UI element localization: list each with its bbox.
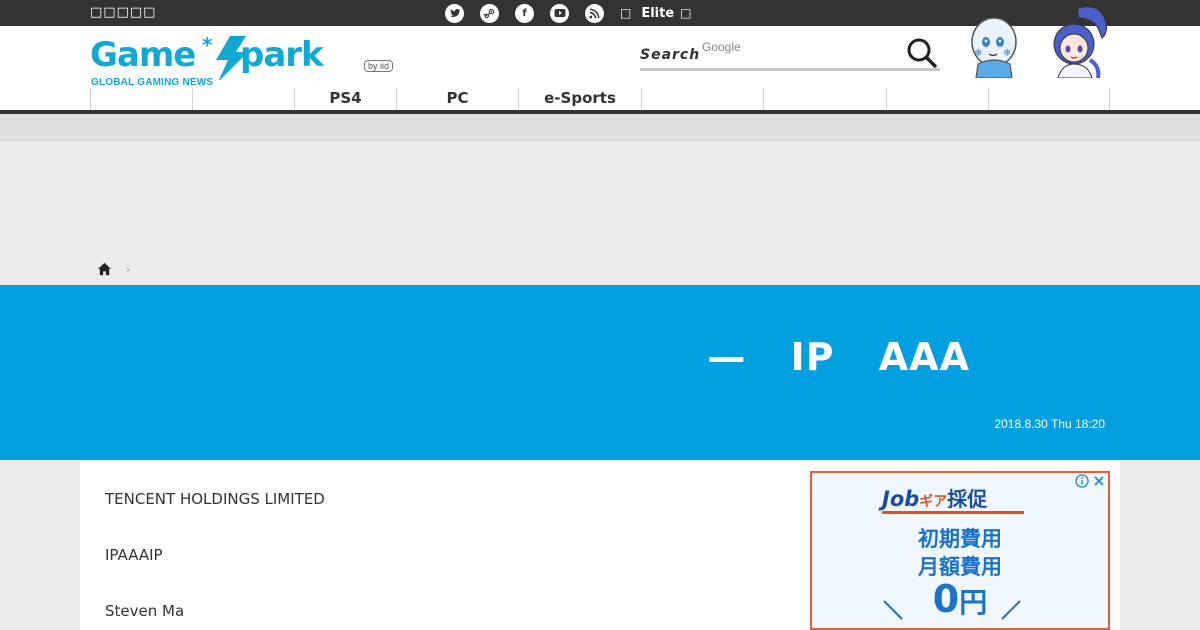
ad-line-initial-cost: 初期費用 [918,527,1002,551]
youtube-icon[interactable] [550,3,569,23]
info-icon[interactable] [1075,474,1089,488]
ad-brand-kana: ギア [919,494,948,510]
topbar-site-label[interactable]: □□□□□ [90,5,156,20]
article-paragraph: Steven Ma [105,602,185,620]
nav-item-pc[interactable]: PC [396,88,518,110]
social-links: f □ Elite □ [445,3,702,23]
ad-zero-value: 0 [932,577,960,621]
breadcrumb: › [97,261,130,277]
sub-header-band [0,114,1200,141]
ad-yen: 円 [959,586,988,619]
close-icon[interactable] [1092,474,1106,488]
mascot-girl-icon [1053,6,1107,78]
ad-zero-price: 0円 [812,577,1108,621]
twitter-icon[interactable] [445,3,464,23]
nav-item-9[interactable] [988,88,1110,110]
search-box[interactable]: Search Google [640,38,940,71]
sidebar-ad[interactable]: Jobギア採促 初期費用 月額費用 0円 [810,471,1110,630]
article-paragraph: IPAAAIP [105,546,163,564]
ad-choices[interactable] [1075,474,1106,488]
search-icon[interactable] [906,37,938,69]
nav-item-esports[interactable]: e-Sports [518,88,641,110]
svg-text:park: park [240,35,325,75]
mascot-snow-icon: ❄ ❄ [971,17,1017,78]
ad-brand-tail: 採促 [947,487,988,511]
svg-text:❄: ❄ [1003,48,1011,59]
elite-suffix-icon: □ [680,6,692,20]
search-input[interactable]: Google [702,40,741,54]
facebook-icon[interactable]: f [515,3,534,23]
breadcrumb-separator: › [126,262,131,276]
logo-badge: by iid [364,60,394,72]
nav-item-6[interactable] [641,88,763,110]
nav-item-2[interactable] [192,88,294,110]
svg-text:*: * [202,34,213,57]
article-paragraph: TENCENT HOLDINGS LIMITED [105,490,325,508]
elite-prefix-icon: □ [620,6,632,20]
top-bar: □□□□□ f □ Elite □ [0,0,1200,26]
ad-brand: Jobギア採促 [882,483,987,512]
nav-item-1[interactable] [90,88,192,110]
elite-link[interactable]: Elite [641,6,674,21]
article-date: 2018.8.30 Thu 18:20 [994,417,1105,431]
article-header: — IP AAA 2018.8.30 Thu 18:20 [0,285,1200,460]
nav-item-8[interactable] [886,88,988,110]
nav-item-ps4[interactable]: PS4 [294,88,396,110]
svg-text:Game: Game [90,35,195,75]
ad-brand-name: Job [882,487,920,511]
steam-icon[interactable] [480,3,499,23]
search-label: Search [640,47,701,63]
site-header: Game park * GLOBAL GAMING NEWS by iid Se… [0,6,1200,114]
home-icon[interactable] [97,262,112,276]
ad-brand-underline [882,511,1024,514]
nav-item-7[interactable] [763,88,886,110]
article-title: — IP AAA [707,335,970,379]
svg-text:❄: ❄ [974,48,982,59]
site-logo[interactable]: Game park * GLOBAL GAMING NEWS by iid [90,34,400,88]
rss-icon[interactable] [585,3,604,23]
